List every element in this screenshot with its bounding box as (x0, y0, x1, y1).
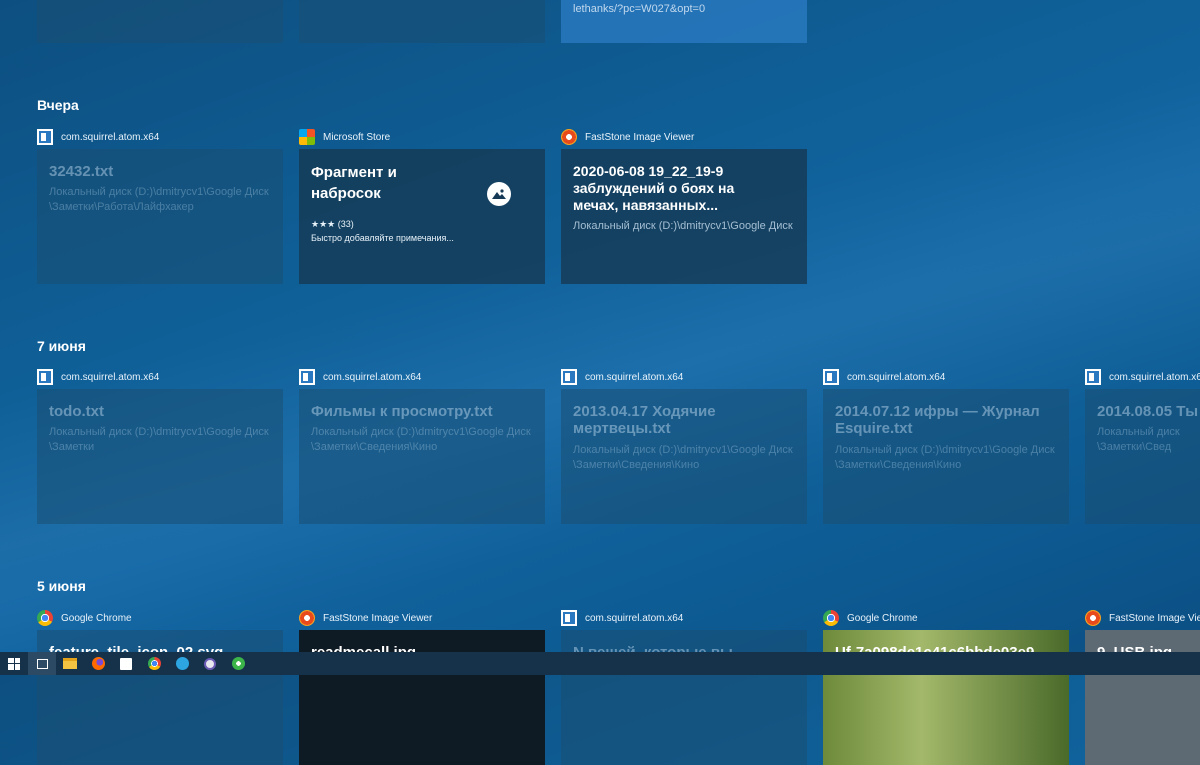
atom-app-icon (561, 610, 577, 626)
app-header: FastStone Image Viewer (561, 129, 694, 145)
chrome-icon (823, 610, 839, 626)
tile-path: Локальный диск \Заметки\Свед (1097, 426, 1180, 453)
telegram-icon (175, 657, 189, 670)
task-view-icon (36, 658, 48, 669)
tile-title: 2014.08.05 Ты (1097, 403, 1199, 420)
vpn-lock-icon (204, 657, 216, 670)
tile-title: 32432.txt (49, 163, 114, 180)
tile-path: Локальный диск (D:)\dmitrycv1\Google Дис… (311, 426, 531, 453)
chrome-icon (147, 657, 161, 670)
activity-tile[interactable]: 9_USB.jpg (1085, 630, 1200, 765)
app-description: Быстро добавляйте примечания... (311, 233, 454, 243)
top-tile-2[interactable] (299, 0, 545, 43)
app-name: com.squirrel.atom.x64 (1109, 371, 1200, 383)
app-header: FastStone Image Viewer (299, 610, 432, 626)
app-rating: ★★★ (33) (311, 219, 354, 229)
tile-title: 2020-06-08 19_22_19-9 заблуждений о боях… (573, 163, 735, 213)
app-name: com.squirrel.atom.x64 (61, 371, 160, 383)
activity-tile[interactable]: Фильмы к просмотру.txt Локальный диск (D… (299, 389, 545, 524)
atom-app-icon (37, 129, 53, 145)
app-header: Google Chrome (823, 610, 918, 626)
start-button[interactable] (0, 652, 28, 675)
chrome-button[interactable] (140, 652, 168, 675)
activity-tile[interactable]: 32432.txt Локальный диск (D:)\dmitrycv1\… (37, 149, 283, 284)
app-header: Microsoft Store (299, 129, 390, 145)
activity-tile[interactable]: 2014.07.12 ифры — Журнал Esquire.txt Лок… (823, 389, 1069, 524)
firefox-icon (91, 657, 105, 670)
activity-tile[interactable]: readmecall.jpg (299, 630, 545, 765)
app-name: FastStone Image Viewer (585, 131, 695, 143)
sketch-app-logo-icon (487, 182, 511, 206)
app-name: Google Chrome (847, 612, 918, 624)
file-explorer-button[interactable] (56, 652, 84, 675)
atom-app-icon (299, 369, 315, 385)
telegram-button[interactable] (168, 652, 196, 675)
app-header: com.squirrel.atom.x64 (37, 369, 159, 385)
app-name: com.squirrel.atom.x64 (61, 131, 160, 143)
app-header: Google Chrome (37, 610, 132, 626)
atom-app-icon (37, 369, 53, 385)
atom-app-icon (823, 369, 839, 385)
app-name: FastStone Image Viewer (323, 612, 433, 624)
top-tile-3-path: lethanks/?pc=W027&opt=0 (573, 3, 706, 15)
task-view-button[interactable] (28, 652, 56, 675)
app-header: com.squirrel.atom.x64 (299, 369, 421, 385)
app-name: com.squirrel.atom.x64 (585, 612, 684, 624)
file-explorer-icon (63, 658, 77, 669)
microsoft-store-icon (120, 657, 132, 670)
top-tile-1[interactable] (37, 0, 283, 43)
tile-path: Локальный диск (D:)\dmitrycv1\Google Дис… (573, 444, 793, 471)
tile-path: Локальный диск (D:)\dmitrycv1\Google Дис… (49, 426, 269, 453)
app-name: com.squirrel.atom.x64 (323, 371, 422, 383)
green-app-icon (231, 657, 245, 670)
group-heading-june-5: 5 июня (37, 578, 86, 594)
app-name: com.squirrel.atom.x64 (585, 371, 684, 383)
app-header: com.squirrel.atom.x64 (1085, 369, 1200, 385)
activity-tile[interactable]: 2013.04.17 Ходячие мертвецы.txt Локальны… (561, 389, 807, 524)
chrome-icon (37, 610, 53, 626)
start-icon (8, 657, 20, 670)
activity-tile[interactable]: todo.txt Локальный диск (D:)\dmitrycv1\G… (37, 389, 283, 524)
tile-path: Локальный диск (D:)\dmitrycv1\Google Дис… (835, 444, 1055, 471)
taskbar (0, 652, 1200, 675)
app-header: com.squirrel.atom.x64 (823, 369, 945, 385)
app-name: FastStone Image Viewer (1109, 612, 1200, 624)
activity-tile[interactable]: Фрагмент и набросок ★★★ (33) Быстро доба… (299, 149, 545, 284)
wallpaper-shine (0, 0, 1200, 675)
group-heading-june-7: 7 июня (37, 338, 86, 354)
app-name: Microsoft Store (323, 131, 391, 143)
microsoft-store-icon (299, 129, 315, 145)
app-header: FastStone Image Viewer (1085, 610, 1200, 626)
activity-tile[interactable]: 2020-06-08 19_22_19-9 заблуждений о боях… (561, 149, 807, 284)
tile-title: Фильмы к просмотру.txt (311, 403, 493, 420)
app-name: com.squirrel.atom.x64 (847, 371, 946, 383)
app-header: com.squirrel.atom.x64 (561, 369, 683, 385)
faststone-icon (1085, 610, 1101, 626)
atom-app-icon (561, 369, 577, 385)
activity-tile[interactable]: Uf-7a098de1c41c6bbde03e9 (823, 630, 1069, 765)
app-header: com.squirrel.atom.x64 (561, 610, 683, 626)
atom-app-icon (1085, 369, 1101, 385)
faststone-icon (561, 129, 577, 145)
app-name: Google Chrome (61, 612, 132, 624)
activity-tile[interactable]: feature_tile_icon_02.svg (37, 630, 283, 765)
activity-tile[interactable]: 2014.08.05 Ты Локальный диск \Заметки\Св… (1085, 389, 1200, 524)
app-header: com.squirrel.atom.x64 (37, 129, 159, 145)
microsoft-store-button[interactable] (112, 652, 140, 675)
tile-title: todo.txt (49, 403, 104, 420)
activity-tile[interactable]: N вещей, которые вы (561, 630, 807, 765)
group-heading-yesterday: Вчера (37, 97, 79, 113)
firefox-button[interactable] (84, 652, 112, 675)
tile-path: Локальный диск (D:)\dmitrycv1\Google Дис… (49, 186, 269, 213)
tile-path: Локальный диск (D:)\dmitrycv1\Google Дис… (573, 220, 793, 232)
tile-title: 2013.04.17 Ходячие мертвецы.txt (573, 403, 716, 437)
green-app-button[interactable] (224, 652, 252, 675)
tile-title: 2014.07.12 ифры — Журнал Esquire.txt (835, 403, 1040, 437)
faststone-icon (299, 610, 315, 626)
top-tile-3[interactable]: lethanks/?pc=W027&opt=0 (561, 0, 807, 43)
vpn-button[interactable] (196, 652, 224, 675)
